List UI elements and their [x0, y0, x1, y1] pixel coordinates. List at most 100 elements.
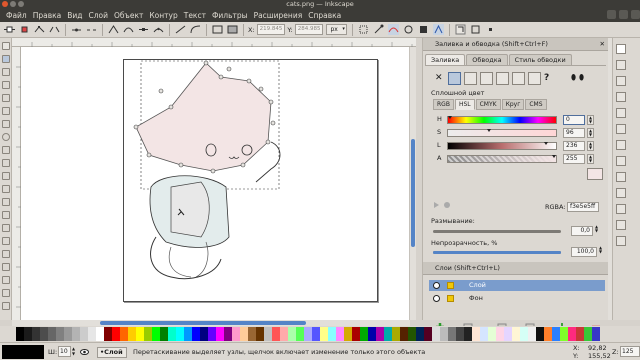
save-icon[interactable] — [616, 76, 626, 86]
swatch-button[interactable] — [528, 71, 541, 85]
mesh-tool-icon[interactable] — [2, 276, 10, 284]
eye-icon[interactable] — [433, 282, 440, 289]
tab-rgb[interactable]: RGB — [433, 99, 454, 110]
opacity-slider[interactable] — [433, 251, 561, 254]
menu-file[interactable]: Файл — [3, 11, 30, 20]
zoom-field[interactable]: 125 — [620, 346, 640, 357]
scrollbar-thumb[interactable] — [411, 139, 415, 247]
saturation-marker[interactable] — [487, 129, 491, 132]
measure-tool-icon[interactable] — [2, 94, 10, 102]
palette-swatch[interactable] — [480, 327, 488, 341]
menu-help[interactable]: Справка — [305, 11, 344, 20]
stroke-width-field[interactable]: 10 — [58, 346, 71, 357]
palette-swatch[interactable] — [360, 327, 368, 341]
star-tool-icon[interactable] — [2, 146, 10, 154]
palette-swatch[interactable] — [144, 327, 152, 341]
blur-field[interactable]: 0,0 — [571, 226, 593, 236]
fill-rule-nonzero-icon[interactable]: ⬮ — [579, 73, 584, 83]
palette-swatch[interactable] — [416, 327, 424, 341]
lightness-marker[interactable] — [544, 142, 548, 145]
cut-icon[interactable] — [616, 188, 626, 198]
alpha-spin[interactable]: ▲ ▼ — [587, 154, 594, 164]
palette-swatch[interactable] — [104, 327, 112, 341]
stroke-to-path-icon[interactable] — [227, 24, 238, 35]
edit-path-effect-icon[interactable] — [432, 24, 444, 35]
tab-fill[interactable]: Заливка — [425, 54, 466, 65]
palette-swatch[interactable] — [80, 327, 88, 341]
palette-swatch[interactable] — [320, 327, 328, 341]
edit-clip-icon[interactable] — [403, 24, 414, 35]
blur-slider[interactable] — [433, 230, 561, 233]
palette-swatch[interactable] — [472, 327, 480, 341]
palette-swatch[interactable] — [192, 327, 200, 341]
menu-view[interactable]: Вид — [64, 11, 85, 20]
palette-swatch[interactable] — [72, 327, 80, 341]
close-icon[interactable]: ✕ — [600, 38, 605, 51]
break-path-icon[interactable] — [49, 24, 60, 35]
bucket-tool-icon[interactable] — [2, 250, 10, 258]
palette-swatch[interactable] — [88, 327, 96, 341]
y-coord-field[interactable]: 284.985 — [294, 24, 324, 35]
maximize-window-icon[interactable] — [18, 1, 24, 7]
palette-swatch[interactable] — [240, 327, 248, 341]
linear-gradient-button[interactable] — [464, 71, 477, 85]
palette-swatch[interactable] — [368, 327, 376, 341]
palette-swatch[interactable] — [208, 327, 216, 341]
palette-swatch[interactable] — [528, 327, 536, 341]
menu-extensions[interactable]: Расширения — [251, 11, 306, 20]
palette-swatch[interactable] — [440, 327, 448, 341]
undo-icon[interactable] — [616, 140, 626, 150]
network-icon[interactable] — [607, 10, 616, 19]
palette-swatch[interactable] — [136, 327, 144, 341]
palette-swatch[interactable] — [376, 327, 384, 341]
radial-gradient-button[interactable] — [480, 71, 493, 85]
no-paint-icon[interactable]: ✕ — [435, 73, 445, 83]
node-tool-icon[interactable] — [2, 55, 10, 63]
lock-icon[interactable] — [447, 282, 454, 289]
smooth-node-icon[interactable] — [123, 24, 134, 35]
show-transform-handles-icon[interactable] — [358, 24, 369, 35]
menu-edit[interactable]: Правка — [30, 11, 65, 20]
alpha-slider[interactable] — [447, 155, 557, 163]
zoom-icon[interactable] — [616, 220, 626, 230]
line-segment-icon[interactable] — [175, 24, 186, 35]
palette-swatch[interactable] — [176, 327, 184, 341]
opacity-spin[interactable]: ▲ ▼ — [599, 246, 602, 254]
color-managed-icon[interactable] — [433, 201, 453, 209]
lightness-slider[interactable] — [447, 142, 557, 150]
palette-swatch[interactable] — [536, 327, 544, 341]
palette-swatch[interactable] — [24, 327, 32, 341]
palette-swatch[interactable] — [128, 327, 136, 341]
palette-swatch[interactable] — [272, 327, 280, 341]
fill-rule-evenodd-icon[interactable]: ⬮ — [571, 73, 576, 83]
tab-cmyk[interactable]: CMYK — [475, 99, 501, 110]
palette-swatch[interactable] — [344, 327, 352, 341]
palette-swatch[interactable] — [568, 327, 576, 341]
palette-swatch[interactable] — [552, 327, 560, 341]
palette-swatch[interactable] — [32, 327, 40, 341]
menu-filters[interactable]: Фильтры — [209, 11, 251, 20]
pattern-button[interactable] — [512, 71, 525, 85]
eye-icon[interactable] — [433, 295, 440, 302]
box3d-tool-icon[interactable] — [2, 120, 10, 128]
symmetric-node-icon[interactable] — [138, 24, 149, 35]
palette-swatch[interactable] — [408, 327, 416, 341]
palette-swatch[interactable] — [48, 327, 56, 341]
dropper-tool-icon[interactable] — [2, 289, 10, 297]
palette-swatch[interactable] — [232, 327, 240, 341]
join-segment-icon[interactable] — [71, 24, 82, 35]
palette-swatch[interactable] — [168, 327, 176, 341]
vertical-ruler[interactable] — [12, 47, 21, 320]
tab-hsl[interactable]: HSL — [454, 99, 475, 110]
palette-swatch[interactable] — [448, 327, 456, 341]
x-coord-field[interactable]: 219.845 — [256, 24, 286, 35]
scrollbar-thumb[interactable] — [100, 321, 306, 325]
palette-swatch[interactable] — [224, 327, 232, 341]
palette-swatch[interactable] — [288, 327, 296, 341]
unset-paint-icon[interactable]: ? — [544, 73, 554, 83]
palette-swatch[interactable] — [304, 327, 312, 341]
saturation-value[interactable]: 96 — [563, 128, 585, 138]
canvas-vertical-scrollbar[interactable] — [409, 47, 416, 320]
eye-icon[interactable] — [80, 348, 89, 356]
palette-swatch[interactable] — [312, 327, 320, 341]
